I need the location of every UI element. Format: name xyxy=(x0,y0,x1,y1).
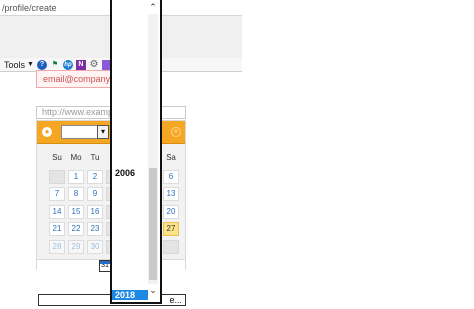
scrollbar-thumb[interactable] xyxy=(149,168,157,280)
onenote-icon[interactable]: N xyxy=(75,59,86,70)
gear-icon[interactable]: ⚙ xyxy=(89,59,99,70)
caret-down-icon: ▼ xyxy=(27,61,34,68)
day-cell[interactable]: 30 xyxy=(87,240,103,254)
day-cell[interactable]: 20 xyxy=(163,205,179,219)
day-of-week-label: Tu xyxy=(90,153,100,162)
empty-day-cell xyxy=(163,240,179,254)
day-cell[interactable]: 22 xyxy=(68,222,84,236)
day-cell[interactable]: 9 xyxy=(87,187,103,201)
day-cell[interactable]: 1 xyxy=(68,170,84,184)
tools-menu-button[interactable]: Tools ▼ xyxy=(4,60,34,70)
year-select-toggle[interactable]: ▾ xyxy=(97,125,109,139)
day-cell[interactable]: 27 xyxy=(163,222,179,236)
day-cell[interactable]: 15 xyxy=(68,205,84,219)
day-of-week-label: Su xyxy=(52,153,62,162)
prev-month-icon[interactable]: ● xyxy=(42,127,52,137)
day-cell[interactable]: 28 xyxy=(49,240,65,254)
day-of-week-label: Sa xyxy=(166,153,176,162)
day-cell[interactable]: 2 xyxy=(87,170,103,184)
day-cell[interactable]: 13 xyxy=(163,187,179,201)
scroll-up-icon[interactable]: ⌃ xyxy=(148,1,158,13)
tools-label: Tools xyxy=(4,59,26,70)
day-of-week-label: Mo xyxy=(70,153,82,162)
day-cell[interactable]: 21 xyxy=(49,222,65,236)
help-icon[interactable]: ? xyxy=(36,59,47,70)
scroll-down-icon[interactable]: ⌄ xyxy=(148,284,158,296)
day-cell[interactable]: 8 xyxy=(68,187,84,201)
year-dropdown-list[interactable]: ⌃ ⌄ 2006 2018 xyxy=(110,0,162,304)
year-option[interactable]: 2006 xyxy=(112,168,148,178)
day-cell[interactable]: 6 xyxy=(163,170,179,184)
day-cell[interactable]: 14 xyxy=(49,205,65,219)
day-cell[interactable]: 16 xyxy=(87,205,103,219)
next-month-icon[interactable]: ● xyxy=(171,127,181,137)
flag-icon[interactable]: ⚑ xyxy=(50,60,60,70)
year-option-selected[interactable]: 2018 xyxy=(112,290,148,300)
day-cell[interactable]: 23 xyxy=(87,222,103,236)
day-cell[interactable]: 29 xyxy=(68,240,84,254)
hp-icon[interactable]: hp xyxy=(62,59,73,70)
empty-day-cell xyxy=(49,170,65,184)
day-cell[interactable]: 7 xyxy=(49,187,65,201)
